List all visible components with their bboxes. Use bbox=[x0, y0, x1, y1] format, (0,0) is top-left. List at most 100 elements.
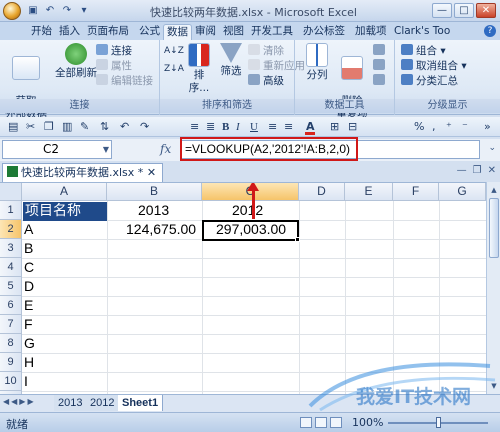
sheet-nav-icon[interactable]: ◀◀▶▶ bbox=[3, 397, 36, 406]
row-header-9[interactable]: 9 bbox=[0, 353, 22, 372]
what-if-button[interactable] bbox=[373, 74, 388, 88]
sheet-tab-2012[interactable]: 2012 bbox=[86, 395, 120, 411]
sort-button[interactable]: 排序... bbox=[184, 43, 214, 95]
subtotal-button[interactable]: 分类汇总 bbox=[401, 74, 458, 88]
document-tab[interactable]: 快速比较两年数据.xlsx * ✕ bbox=[2, 163, 164, 182]
data-validation-button[interactable] bbox=[373, 44, 388, 58]
cell-a8[interactable]: G bbox=[24, 334, 35, 353]
cell-b1[interactable]: 2013 bbox=[138, 201, 169, 220]
doc-restore-icon[interactable]: ❐ bbox=[473, 165, 482, 176]
tab-clarks-tools[interactable]: Clark's Too bbox=[391, 24, 453, 40]
percent-icon[interactable]: % bbox=[414, 119, 424, 135]
filter-button[interactable]: 筛选 bbox=[216, 43, 246, 78]
undo-icon-small[interactable]: ↶ bbox=[120, 119, 129, 135]
name-box-dropdown-icon[interactable]: ▼ bbox=[103, 141, 109, 158]
comma-icon[interactable]: , bbox=[432, 119, 436, 135]
clear-button[interactable]: 清除 bbox=[248, 44, 284, 58]
tab-office-tabs[interactable]: 办公标签 bbox=[300, 24, 348, 40]
row-header-1[interactable]: 1 bbox=[0, 201, 22, 220]
tab-review[interactable]: 审阅 bbox=[192, 24, 219, 40]
cell-a6[interactable]: E bbox=[24, 296, 33, 315]
tab-developer[interactable]: 开发工具 bbox=[248, 24, 296, 40]
connections-button[interactable]: 连接 bbox=[96, 44, 132, 58]
column-header-f[interactable]: F bbox=[393, 183, 439, 201]
align-left-icon[interactable]: ≡ bbox=[268, 119, 277, 135]
edit-links-button[interactable]: 编辑链接 bbox=[96, 74, 153, 88]
italic-icon[interactable]: I bbox=[236, 119, 240, 135]
row-header-5[interactable]: 5 bbox=[0, 277, 22, 296]
tab-view[interactable]: 视图 bbox=[220, 24, 247, 40]
align-right-icon[interactable]: ≡ bbox=[284, 119, 293, 135]
tab-insert[interactable]: 插入 bbox=[56, 24, 83, 40]
spreadsheet-grid[interactable]: A B C D E F G 1 2 3 4 5 6 7 8 9 10 11 项目… bbox=[0, 182, 486, 394]
cut-icon[interactable]: ✂ bbox=[26, 119, 35, 135]
column-header-d[interactable]: D bbox=[299, 183, 345, 201]
scroll-down-icon[interactable]: ▼ bbox=[489, 380, 499, 392]
tab-addins[interactable]: 加载项 bbox=[352, 24, 390, 40]
underline-icon[interactable]: U bbox=[250, 119, 258, 135]
format-painter-icon[interactable]: ✎ bbox=[80, 119, 89, 135]
row-header-10[interactable]: 10 bbox=[0, 372, 22, 391]
bold-icon[interactable]: B bbox=[222, 119, 229, 135]
tab-formulas[interactable]: 公式 bbox=[136, 24, 163, 40]
text-to-columns-button[interactable]: 分列 bbox=[301, 43, 333, 82]
row-header-6[interactable]: 6 bbox=[0, 296, 22, 315]
minimize-button[interactable]: — bbox=[432, 3, 452, 18]
scroll-thumb[interactable] bbox=[489, 198, 499, 258]
properties-button[interactable]: 属性 bbox=[96, 59, 132, 73]
undo-icon[interactable]: ↶ bbox=[43, 4, 57, 18]
maximize-button[interactable]: □ bbox=[454, 3, 474, 18]
cell-b2[interactable]: 124,675.00 bbox=[126, 220, 196, 239]
cell-a10[interactable]: I bbox=[24, 372, 28, 391]
align-justify-icon[interactable]: ≣ bbox=[206, 119, 215, 135]
cell-a9[interactable]: H bbox=[24, 353, 34, 372]
cell-a4[interactable]: C bbox=[24, 258, 34, 277]
column-header-g[interactable]: G bbox=[439, 183, 486, 201]
doc-close-icon[interactable]: ✕ bbox=[488, 165, 496, 176]
qat-dropdown-icon[interactable]: ▾ bbox=[77, 4, 91, 18]
row-header-3[interactable]: 3 bbox=[0, 239, 22, 258]
redo-icon-small[interactable]: ↷ bbox=[140, 119, 149, 135]
sort-ascending-button[interactable]: A↓Z bbox=[164, 44, 184, 58]
close-tab-icon[interactable]: ✕ bbox=[147, 166, 156, 179]
redo-icon[interactable]: ↷ bbox=[60, 4, 74, 18]
sheet-tab-2013[interactable]: 2013 bbox=[54, 395, 88, 411]
borders-icon[interactable]: ⊞ bbox=[330, 119, 339, 135]
sort-descending-button[interactable]: Z↓A bbox=[164, 62, 184, 76]
office-button[interactable] bbox=[3, 2, 21, 20]
paste-icon[interactable]: ▤ bbox=[8, 119, 18, 135]
refresh-all-button[interactable]: 全部刷新 bbox=[54, 43, 98, 80]
normal-view-icon[interactable] bbox=[300, 417, 312, 428]
name-box[interactable]: C2 ▼ bbox=[2, 140, 112, 159]
row-header-8[interactable]: 8 bbox=[0, 334, 22, 353]
zoom-thumb[interactable] bbox=[436, 417, 441, 428]
print-icon[interactable]: ▥ bbox=[62, 119, 72, 135]
cell-c1[interactable]: 2012 bbox=[232, 201, 263, 220]
row-header-7[interactable]: 7 bbox=[0, 315, 22, 334]
copy-icon[interactable]: ❐ bbox=[44, 119, 54, 135]
expand-formula-icon[interactable]: ⌄ bbox=[488, 143, 496, 153]
sheet-tab-sheet1[interactable]: Sheet1 bbox=[118, 395, 164, 411]
align-center-icon[interactable]: ≡ bbox=[190, 119, 199, 135]
tab-page-layout[interactable]: 页面布局 bbox=[84, 24, 132, 40]
page-layout-view-icon[interactable] bbox=[315, 417, 327, 428]
insert-function-icon[interactable]: fx bbox=[160, 142, 171, 156]
column-header-e[interactable]: E bbox=[345, 183, 393, 201]
select-all-corner[interactable] bbox=[0, 183, 22, 201]
doc-minimize-icon[interactable]: — bbox=[457, 165, 467, 176]
ungroup-button[interactable]: 取消组合 ▾ bbox=[401, 59, 467, 73]
cell-a7[interactable]: F bbox=[24, 315, 33, 334]
tab-data[interactable]: 数据 bbox=[163, 24, 192, 40]
save-icon[interactable]: ▣ bbox=[26, 4, 40, 18]
tab-home[interactable]: 开始 bbox=[28, 24, 55, 40]
column-header-b[interactable]: B bbox=[107, 183, 202, 201]
cell-a3[interactable]: B bbox=[24, 239, 33, 258]
group-button[interactable]: 组合 ▾ bbox=[401, 44, 446, 58]
page-break-view-icon[interactable] bbox=[330, 417, 342, 428]
advanced-button[interactable]: 高级 bbox=[248, 74, 284, 88]
close-button[interactable]: ✕ bbox=[476, 3, 496, 18]
sort-icon-small[interactable]: ⇅ bbox=[100, 119, 109, 135]
column-header-a[interactable]: A bbox=[22, 183, 107, 201]
row-header-4[interactable]: 4 bbox=[0, 258, 22, 277]
consolidate-button[interactable] bbox=[373, 59, 388, 73]
